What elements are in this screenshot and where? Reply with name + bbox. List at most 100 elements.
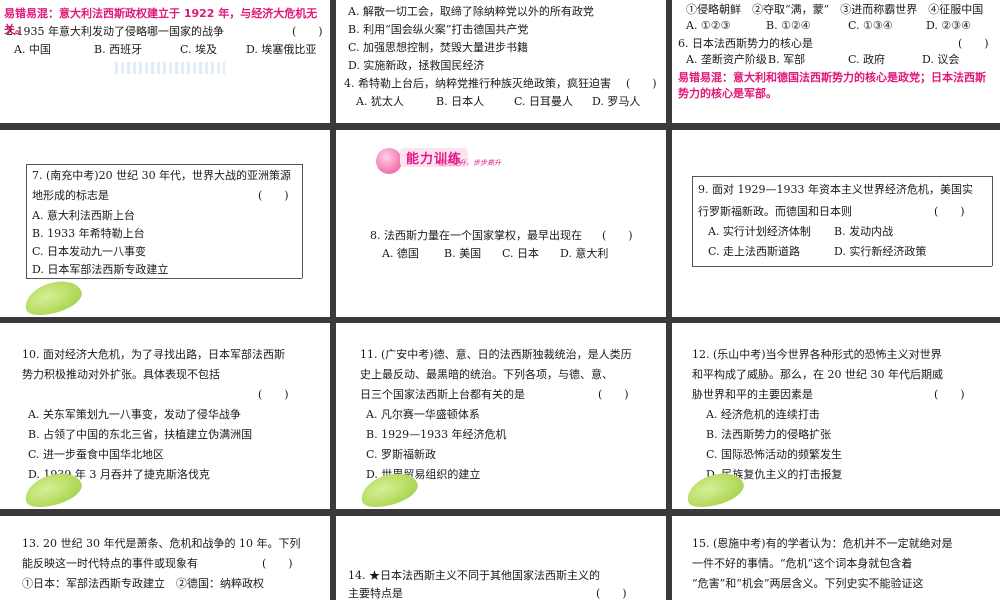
- question-2: 2.1935 年意大利发动了侵略哪一国家的战争: [6, 25, 224, 38]
- option-d: D. 埃塞俄比亚: [246, 43, 317, 56]
- option-a: A. ①②③: [686, 19, 731, 32]
- question-8: 8. 法西斯力量在一个国家掌权，最早出现在: [370, 229, 582, 242]
- option-a: A. 意大利法西斯上台: [32, 209, 135, 222]
- slide-3: ①侵略朝鲜 ②夺取“满，蒙” ③进而称霸世界 ④征服中国 A. ①②③ B. ①…: [672, 0, 1000, 123]
- answer-blank: ( ): [934, 205, 965, 218]
- option-c: C. 埃及: [180, 43, 218, 56]
- badge-subtitle: 能力提升，步步高升: [438, 159, 501, 167]
- question-11-line-1: 11. (广安中考)德、意、日的法西斯独裁统治，是人类历: [360, 348, 632, 361]
- slide-2: A. 解散一切工会，取缔了除纳粹党以外的所有政党 B. 利用“国会纵火案”打击德…: [336, 0, 666, 123]
- slide-4: 7. (南充中考)20 世纪 30 年代，世界大战的亚洲策源 地形成的标志是 (…: [0, 130, 330, 317]
- option-a: A. 中国: [14, 43, 51, 56]
- frame-line-right: [992, 176, 993, 266]
- question-13-line-3: ①日本：军部法西斯专政建立 ②德国：纳粹政权: [22, 577, 264, 590]
- option-c: C. 走上法西斯道路: [708, 245, 801, 258]
- option-a: A. 垄断资产阶级: [686, 53, 767, 66]
- question-12-line-3: 胁世界和平的主要因素是: [692, 388, 813, 401]
- slide-10: 13. 20 世纪 30 年代是萧条、危机和战争的 10 年。下列 能反映这一时…: [0, 516, 330, 600]
- frame-line-left: [692, 176, 693, 266]
- option-d: D. 意大利: [560, 247, 609, 260]
- answer-blank: ( ): [262, 557, 293, 570]
- option-d: D. 实施新政，拯救国民经济: [348, 59, 485, 72]
- option-b: B. 军部: [768, 53, 806, 66]
- option-c: C. 进一步蚕食中国华北地区: [28, 448, 165, 461]
- option-d: D. 议会: [922, 53, 960, 66]
- frame-line-top: [692, 176, 992, 177]
- slide-6: 9. 面对 1929—1933 年资本主义世界经济危机，美国实 行罗斯福新政。而…: [672, 130, 1000, 317]
- option-a: A. 解散一切工会，取缔了除纳粹党以外的所有政党: [348, 5, 594, 18]
- option-b: B. 1929—1933 年经济危机: [366, 428, 507, 441]
- frame-line-left: [26, 164, 27, 278]
- answer-blank: ( ): [292, 25, 323, 38]
- option-d: D. 罗马人: [592, 95, 641, 108]
- option-d: D. ②③④: [926, 19, 972, 32]
- option-b: B. 日本人: [436, 95, 485, 108]
- answer-blank: ( ): [602, 229, 633, 242]
- option-b: B. 法西斯势力的侵略扩张: [706, 428, 832, 441]
- question-13-line-2: 能反映这一时代特点的事件或现象有: [22, 557, 198, 570]
- question-11-line-3: 日三个国家法西斯上台都有关的是: [360, 388, 525, 401]
- answer-blank: ( ): [958, 37, 989, 50]
- option-b: B. 利用“国会纵火案”打击德国共产党: [348, 23, 529, 36]
- question-7-line-1: 7. (南充中考)20 世纪 30 年代，世界大战的亚洲策源: [32, 169, 292, 182]
- frame-line-bottom: [692, 266, 992, 267]
- question-7-line-2: 地形成的标志是: [32, 189, 109, 202]
- option-c: C. 罗斯福新政: [366, 448, 437, 461]
- option-b: B. 美国: [444, 247, 482, 260]
- option-c: C. ①③④: [848, 19, 893, 32]
- question-13-line-1: 13. 20 世纪 30 年代是萧条、危机和战争的 10 年。下列: [22, 537, 301, 550]
- question-15-line-1: 15. (恩施中考)有的学者认为：危机并不一定就绝对是: [692, 537, 953, 550]
- option-d: D. 日本军部法西斯专政建立: [32, 263, 169, 276]
- option-a: A. 德国: [382, 247, 419, 260]
- question-9-line-2: 行罗斯福新政。而德国和日本则: [698, 205, 852, 218]
- option-b: B. 发动内战: [834, 225, 894, 238]
- answer-blank: ( ): [598, 388, 629, 401]
- question-15-line-2: 一件不好的事情。“危机”这个词本身就包含着: [692, 557, 913, 570]
- slide-12: 15. (恩施中考)有的学者认为：危机并不一定就绝对是 一件不好的事情。“危机”…: [672, 516, 1000, 600]
- question-12-line-1: 12. (乐山中考)当今世界各种形式的恐怖主义对世界: [692, 348, 942, 361]
- option-c: C. 日耳曼人: [514, 95, 574, 108]
- slide-5: 能力训练 能力提升，步步高升 8. 法西斯力量在一个国家掌权，最早出现在 ( )…: [336, 130, 666, 317]
- question-10-line-2: 势力积极推动对外扩张。具体表现不包括: [22, 368, 220, 381]
- option-b: B. 西班牙: [94, 43, 143, 56]
- option-c: C. 政府: [848, 53, 886, 66]
- option-c: C. 日本: [502, 247, 540, 260]
- mascot-icon: [376, 148, 402, 174]
- answer-blank: ( ): [934, 388, 965, 401]
- option-a: A. 经济危机的连续打击: [706, 408, 820, 421]
- slide-7: 10. 面对经济大危机，为了寻找出路，日本军部法西斯 势力积极推动对外扩张。具体…: [0, 323, 330, 509]
- ability-training-badge: 能力训练 能力提升，步步高升: [376, 146, 526, 176]
- option-b: B. 占领了中国的东北三省，扶植建立伪满洲国: [28, 428, 253, 441]
- slide-1: 易错易混：意大利法西斯政权建立于 1922 年，与经济大危机无关。 2.1935…: [0, 0, 330, 123]
- option-a: A. 关东军策划九一八事变，发动了侵华战争: [28, 408, 241, 421]
- answer-blank: ( ): [258, 189, 289, 202]
- option-c: C. 日本发动九一八事变: [32, 245, 147, 258]
- error-note: 易错易混：意大利和德国法西斯势力的核心是政党；日本法西斯势力的核心是军部。: [678, 71, 986, 100]
- option-a: A. 实行计划经济体制: [708, 225, 811, 238]
- frame-line-top: [26, 164, 302, 165]
- question-10-line-1: 10. 面对经济大危机，为了寻找出路，日本军部法西斯: [22, 348, 285, 361]
- option-c: C. 国际恐怖活动的频繁发生: [706, 448, 843, 461]
- slide-9: 12. (乐山中考)当今世界各种形式的恐怖主义对世界 和平构成了威胁。那么，在 …: [672, 323, 1000, 509]
- slide-11: 14. ★日本法西斯主义不同于其他国家法西斯主义的 主要特点是 ( ): [336, 516, 666, 600]
- answer-blank: ( ): [596, 587, 627, 600]
- question-4: 4. 希特勒上台后，纳粹党推行种族灭绝政策，疯狂迫害: [344, 77, 611, 90]
- option-d: D. 实行新经济政策: [834, 245, 927, 258]
- answer-blank: ( ): [626, 77, 657, 90]
- question-12-line-2: 和平构成了威胁。那么，在 20 世纪 30 年代后期威: [692, 368, 943, 381]
- option-b: B. 1933 年希特勒上台: [32, 227, 145, 240]
- option-a: A. 犹太人: [356, 95, 404, 108]
- question-15-line-3: “危害”和“机会”两层含义。下列史实不能验证这: [692, 577, 924, 590]
- option-a: A. 凡尔赛一华盛顿体系: [366, 408, 480, 421]
- question-9-line-1: 9. 面对 1929—1933 年资本主义世界经济危机，美国实: [698, 183, 973, 196]
- question-11-line-2: 史上最反动、最黑暗的统治。下列各项，与德、意、: [360, 368, 613, 381]
- slide-8: 11. (广安中考)德、意、日的法西斯独裁统治，是人类历 史上最反动、最黑暗的统…: [336, 323, 666, 509]
- question-14-line-1: 14. ★日本法西斯主义不同于其他国家法西斯主义的: [348, 569, 600, 582]
- option-c: C. 加强思想控制，焚毁大量进步书籍: [348, 41, 529, 54]
- frame-line-right: [302, 164, 303, 278]
- skyline-decoration: [115, 62, 225, 74]
- question-14-line-2: 主要特点是: [348, 587, 403, 600]
- answer-blank: ( ): [258, 388, 289, 401]
- leaf-decoration: [20, 274, 86, 317]
- option-b: B. ①②④: [766, 19, 811, 32]
